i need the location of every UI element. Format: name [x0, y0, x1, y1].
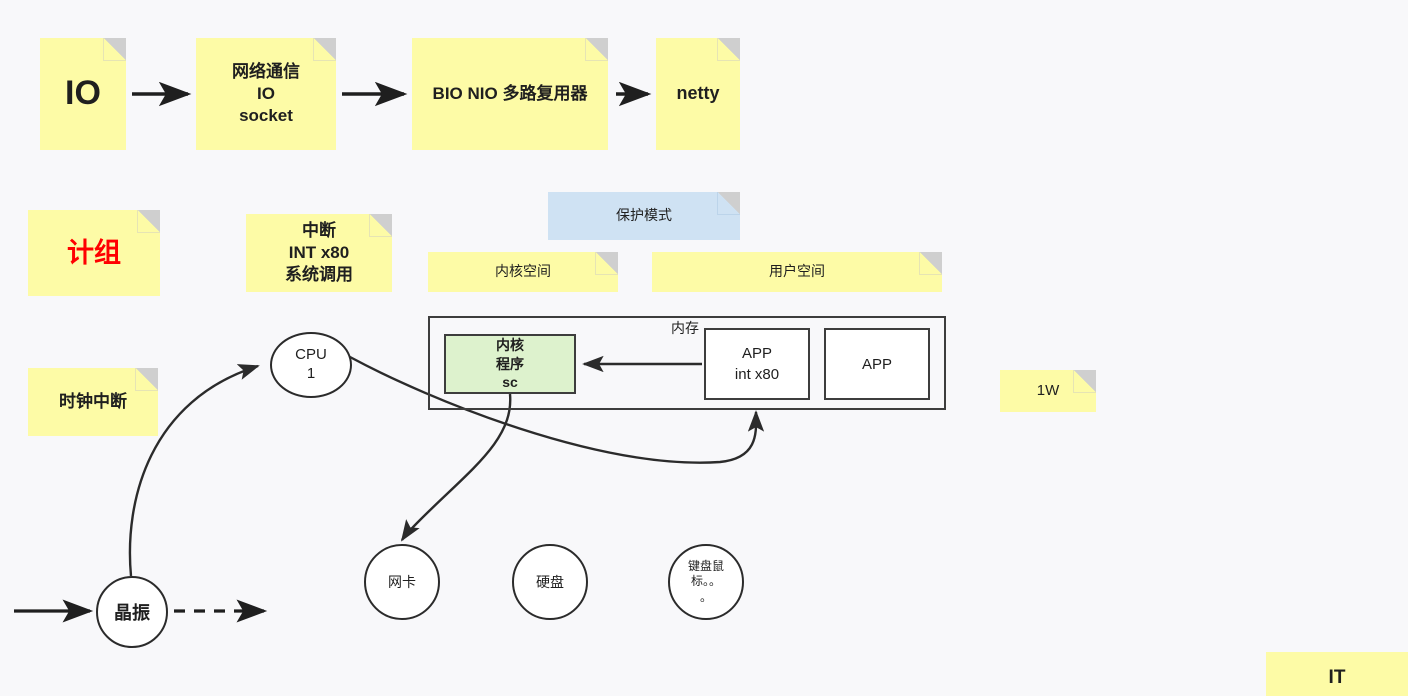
note-corner-label: IT [1328, 667, 1346, 688]
note-bio-nio-multiplexer[interactable]: BIO NIO 多路复用器 [412, 38, 608, 150]
note-netty-label: netty [676, 83, 720, 104]
note-1w-label: 1W [1036, 382, 1060, 400]
note-clock-interrupt-label: 时钟中断 [59, 392, 127, 412]
note-jizu-label: 计组 [67, 237, 121, 268]
cpu-label: CPU 1 [295, 346, 327, 382]
keyboard-mouse-label: 键盘鼠 标。。 。 [687, 558, 724, 604]
note-protected-mode-label: 保护模式 [616, 207, 672, 224]
crystal-label: 晶振 [114, 603, 150, 623]
app-syscall-label: APP int x80 [734, 345, 780, 383]
arrow-kernel-to-nic [400, 393, 512, 542]
hard-disk-label: 硬盘 [536, 574, 564, 590]
note-interrupt-label: 中断 INT x80 系统调用 [285, 221, 353, 284]
note-io[interactable]: IO [40, 38, 126, 150]
memory-label: 内存 [668, 318, 702, 338]
note-network-label: 网络通信 IO socket [232, 62, 300, 125]
keyboard-mouse-node[interactable]: 键盘鼠 标。。 。 [668, 544, 744, 620]
cpu-node[interactable]: CPU 1 [270, 332, 352, 398]
note-kernel-space-label: 内核空间 [495, 263, 551, 280]
kernel-program-box[interactable]: 内核 程序 sc [444, 334, 576, 394]
note-bio-label: BIO NIO 多路复用器 [432, 84, 588, 104]
note-computer-organization[interactable]: 计组 [28, 210, 160, 296]
note-user-space-label: 用户空间 [769, 263, 825, 280]
note-kernel-space[interactable]: 内核空间 [428, 252, 618, 292]
app-syscall-box[interactable]: APP int x80 [704, 328, 810, 400]
note-protected-mode[interactable]: 保护模式 [548, 192, 740, 240]
note-user-space[interactable]: 用户空间 [652, 252, 942, 292]
app-box[interactable]: APP [824, 328, 930, 400]
app-label: APP [861, 355, 892, 373]
network-card-node[interactable]: 网卡 [364, 544, 440, 620]
note-interrupt-syscall[interactable]: 中断 INT x80 系统调用 [246, 214, 392, 292]
kernel-program-label: 内核 程序 sc [496, 336, 524, 391]
note-bottom-right-partial[interactable]: IT [1266, 652, 1408, 696]
note-network-communication[interactable]: 网络通信 IO socket [196, 38, 336, 150]
network-card-label: 网卡 [388, 574, 416, 590]
note-1w[interactable]: 1W [1000, 370, 1096, 412]
crystal-oscillator-node[interactable]: 晶振 [96, 576, 168, 648]
hard-disk-node[interactable]: 硬盘 [512, 544, 588, 620]
note-clock-interrupt[interactable]: 时钟中断 [28, 368, 158, 436]
note-io-label: IO [65, 74, 101, 113]
note-netty[interactable]: netty [656, 38, 740, 150]
